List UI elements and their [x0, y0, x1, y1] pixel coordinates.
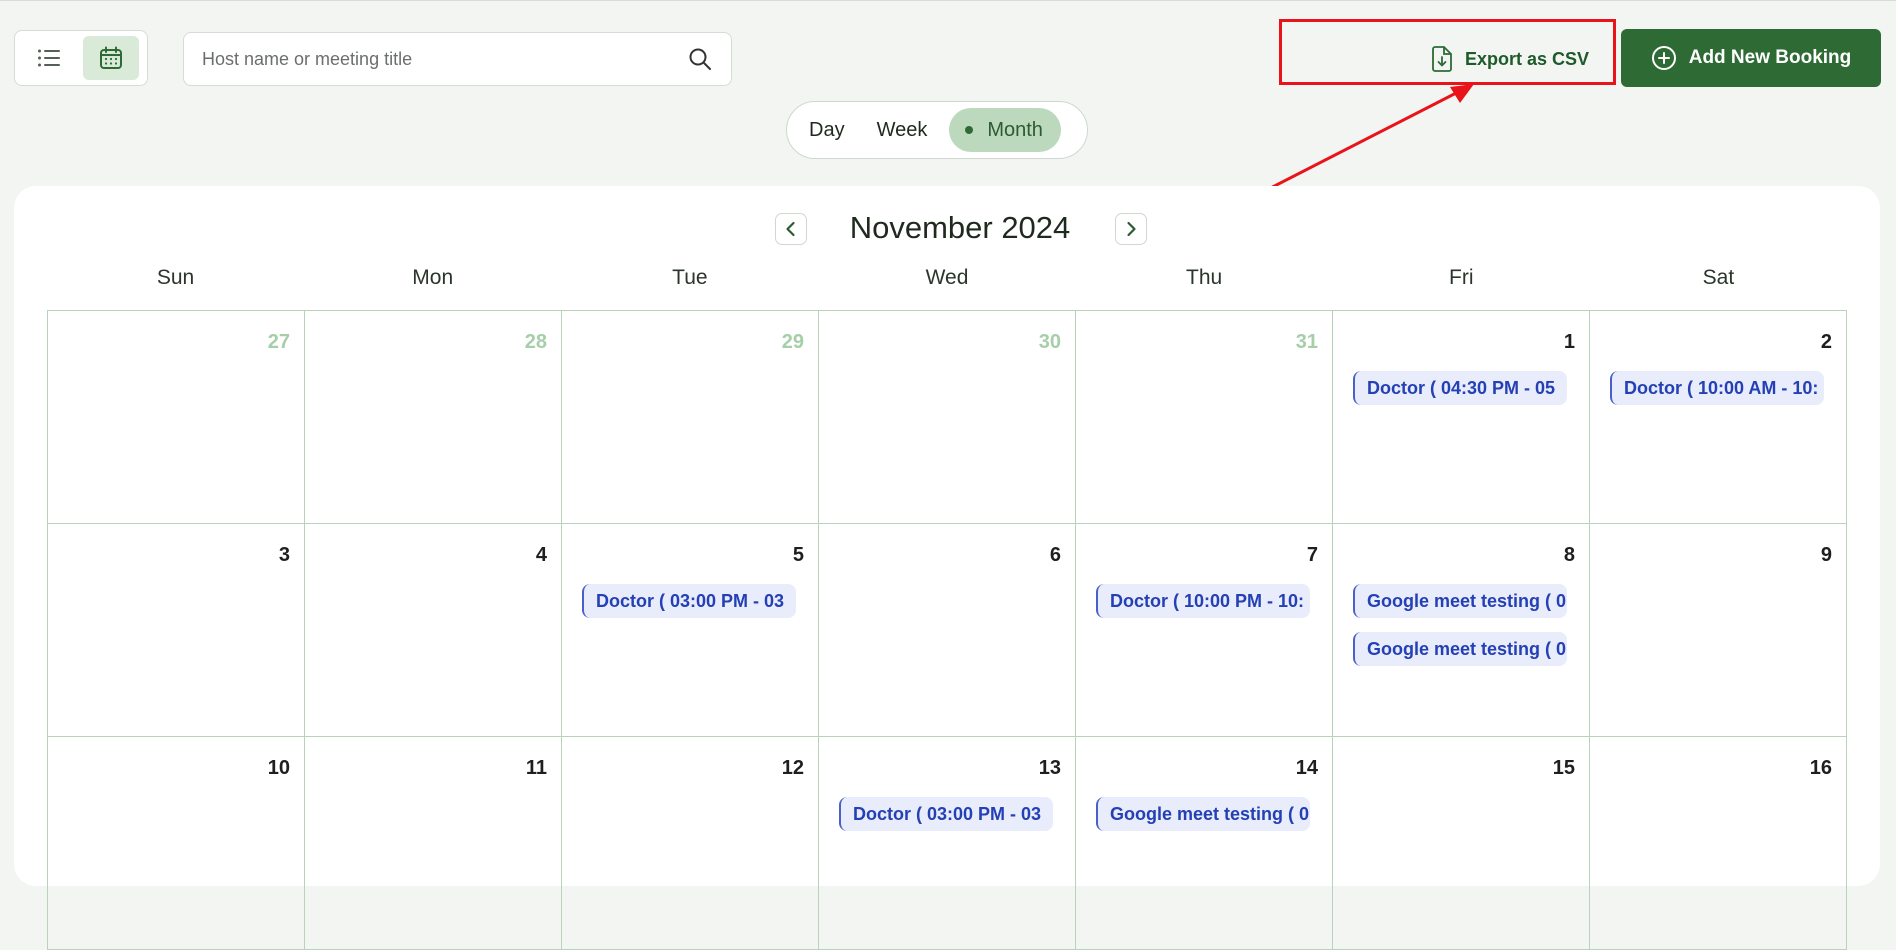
day-cell[interactable]: 7 Doctor ( 10:00 PM - 10: [1076, 524, 1333, 737]
range-tabs: Day Week Month [786, 101, 1088, 159]
booking-event[interactable]: Doctor ( 10:00 AM - 10: [1610, 371, 1824, 405]
next-month-button[interactable] [1115, 213, 1147, 245]
day-number: 4 [535, 544, 547, 566]
add-new-booking-button[interactable]: Add New Booking [1621, 29, 1881, 87]
day-number: 1 [1563, 331, 1575, 353]
export-csv-label: Export as CSV [1464, 48, 1590, 69]
tab-week[interactable]: Week [861, 108, 944, 152]
day-cell[interactable]: 11 [305, 737, 562, 950]
day-number: 16 [1809, 757, 1832, 779]
booking-event[interactable]: Doctor ( 10:00 PM - 10: [1096, 584, 1310, 618]
calendar-icon [100, 46, 122, 69]
booking-event[interactable]: Doctor ( 03:00 PM - 03 [839, 797, 1053, 831]
day-number: 3 [278, 544, 290, 566]
weekday-label: Mon [412, 266, 454, 289]
booking-event[interactable]: Google meet testing ( 0 [1096, 797, 1310, 831]
weekday-label: Fri [1449, 266, 1474, 289]
month-grid: 27 28 29 30 31 1 Doctor ( 04:30 PM - 05 2 Doctor… [47, 310, 1847, 950]
day-number: 28 [524, 331, 547, 353]
weekday-label: Wed [925, 266, 969, 289]
day-number: 5 [792, 544, 804, 566]
day-number: 12 [781, 757, 804, 779]
day-number: 27 [267, 331, 290, 353]
add-new-booking-label: Add New Booking [1688, 47, 1852, 68]
day-cell[interactable]: 29 [562, 311, 819, 524]
weekday-label: Tue [672, 266, 708, 289]
day-cell[interactable]: 30 [819, 311, 1076, 524]
day-cell[interactable]: 28 [305, 311, 562, 524]
day-cell[interactable]: 5 Doctor ( 03:00 PM - 03 [562, 524, 819, 737]
file-download-icon [1432, 46, 1452, 72]
day-number: 8 [1563, 544, 1575, 566]
view-toggle [14, 30, 148, 86]
weekday-label: Thu [1186, 266, 1223, 289]
booking-event[interactable]: Doctor ( 04:30 PM - 05 [1353, 371, 1567, 405]
day-cell[interactable]: 1 Doctor ( 04:30 PM - 05 [1333, 311, 1590, 524]
export-csv-button[interactable]: Export as CSV [1400, 34, 1620, 84]
day-number: 31 [1295, 331, 1318, 353]
month-title: November 2024 [849, 210, 1071, 245]
day-number: 30 [1038, 331, 1061, 353]
search-icon[interactable] [687, 46, 713, 72]
day-cell[interactable]: 6 [819, 524, 1076, 737]
month-navigation: November 2024 [0, 209, 1896, 249]
top-divider [0, 0, 1896, 1]
weekday-label: Sun [156, 266, 195, 289]
calendar-view-button[interactable] [83, 36, 139, 80]
chevron-right-icon [1127, 221, 1136, 237]
plus-circle-icon [1651, 46, 1676, 70]
day-cell[interactable]: 9 [1590, 524, 1847, 737]
day-cell[interactable]: 8 Google meet testing ( 0 Google meet test… [1333, 524, 1590, 737]
day-number: 15 [1552, 757, 1575, 779]
search-input[interactable] [202, 48, 687, 70]
day-number: 13 [1038, 757, 1061, 779]
day-number: 2 [1820, 331, 1832, 353]
day-cell[interactable]: 14 Google meet testing ( 0 [1076, 737, 1333, 950]
booking-event[interactable]: Doctor ( 03:00 PM - 03 [582, 584, 796, 618]
day-cell[interactable]: 3 [48, 524, 305, 737]
weekday-label: Sat [1702, 266, 1735, 289]
day-number: 11 [525, 757, 547, 779]
day-number: 29 [781, 331, 804, 353]
booking-event[interactable]: Google meet testing ( 0 [1353, 632, 1567, 666]
day-number: 9 [1820, 544, 1832, 566]
booking-event[interactable]: Google meet testing ( 0 [1353, 584, 1567, 618]
day-cell[interactable]: 12 [562, 737, 819, 950]
weekday-header: Sun Mon Tue Wed Thu Fri Sat [47, 266, 1847, 290]
day-cell[interactable]: 31 [1076, 311, 1333, 524]
day-number: 10 [267, 757, 290, 779]
day-cell[interactable]: 16 [1590, 737, 1847, 950]
day-cell[interactable]: 15 [1333, 737, 1590, 950]
day-cell[interactable]: 10 [48, 737, 305, 950]
day-number: 6 [1049, 544, 1061, 566]
day-cell[interactable]: 27 [48, 311, 305, 524]
list-view-button[interactable] [21, 36, 77, 80]
active-dot-icon [965, 126, 974, 134]
search-box [183, 32, 732, 86]
list-icon [38, 49, 60, 67]
tab-month[interactable]: Month [949, 108, 1061, 152]
tab-day[interactable]: Day [793, 108, 861, 152]
day-cell[interactable]: 2 Doctor ( 10:00 AM - 10: [1590, 311, 1847, 524]
chevron-left-icon [786, 221, 795, 237]
day-number: 7 [1306, 544, 1318, 566]
day-cell[interactable]: 13 Doctor ( 03:00 PM - 03 [819, 737, 1076, 950]
day-cell[interactable]: 4 [305, 524, 562, 737]
day-number: 14 [1295, 757, 1318, 779]
